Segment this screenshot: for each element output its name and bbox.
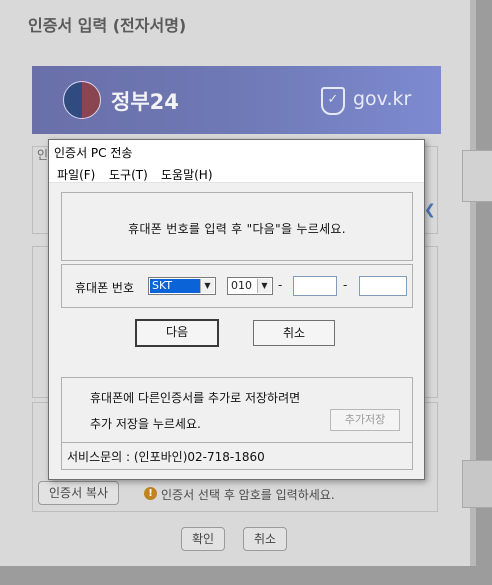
dialog-title: 인증서 PC 전송 (54, 146, 133, 160)
prefix-select[interactable]: 010 ▼ (227, 277, 273, 295)
prefix-value: 010 (231, 279, 252, 292)
menu-bar: 파일(F) 도구(T) 도움말(H) (49, 162, 424, 183)
next-button[interactable]: 다음 (135, 319, 219, 347)
shield-check-icon: ✓ (321, 87, 345, 115)
dropdown-arrow-icon: ▼ (257, 279, 271, 293)
add-save-button: 추가저장 (330, 409, 400, 431)
background-label-fragment: 인 (37, 148, 49, 162)
phone-last-input[interactable] (359, 276, 407, 296)
menu-file[interactable]: 파일(F) (57, 166, 95, 183)
instruction-box: 휴대폰 번호를 입력 후 "다음"을 누르세요. (61, 192, 413, 261)
additional-save-box: 휴대폰에 다른인증서를 추가로 저장하려면 추가 저장을 누르세요. 추가저장 … (61, 377, 413, 470)
instruction-text: 휴대폰 번호를 입력 후 "다음"을 누르세요. (128, 222, 346, 236)
phone-separator: - (343, 278, 348, 292)
background-side-panel (462, 460, 492, 508)
background-side-panel (462, 150, 492, 202)
divider (62, 442, 412, 443)
additional-save-note: 추가 저장을 누르세요. (90, 417, 201, 431)
phone-input-box: 휴대폰 번호 SKT ▼ 010 ▼ - - (61, 264, 413, 308)
phone-label: 휴대폰 번호 (75, 281, 135, 295)
support-contact: 서비스문의 : (인포바인)02-718-1860 (67, 450, 265, 464)
pc-transfer-dialog: 인증서 PC 전송 파일(F) 도구(T) 도움말(H) 휴대폰 번호를 입력 … (48, 139, 425, 480)
menu-tools[interactable]: 도구(T) (109, 166, 148, 183)
carrier-select[interactable]: SKT ▼ (148, 277, 216, 295)
confirm-button: 확인 (181, 527, 226, 551)
carrier-value: SKT (150, 279, 200, 293)
dropdown-arrow-icon: ▼ (200, 279, 214, 293)
copy-certificate-button: 인증서 복사 (38, 481, 120, 505)
additional-save-note: 휴대폰에 다른인증서를 추가로 저장하려면 (90, 391, 301, 405)
cancel-button[interactable]: 취소 (253, 320, 335, 346)
govkr-text: gov.kr (353, 88, 412, 110)
background-title: 인증서 입력 (전자서명) (28, 16, 187, 35)
certificate-hint: 인증서 선택 후 암호를 입력하세요. (161, 488, 335, 502)
chevron-left-icon: ❮ (424, 202, 436, 218)
government-emblem-icon (63, 81, 101, 119)
menu-help[interactable]: 도움말(H) (161, 166, 213, 183)
gov24-banner: 정부24 ✓ gov.kr (32, 66, 441, 134)
dialog-titlebar: 인증서 PC 전송 (49, 140, 424, 162)
phone-middle-input[interactable] (293, 276, 337, 296)
info-icon: ! (144, 487, 157, 500)
gov24-brand: 정부24 (111, 90, 179, 114)
phone-separator: - (278, 278, 283, 292)
background-cancel-button: 취소 (243, 527, 288, 551)
